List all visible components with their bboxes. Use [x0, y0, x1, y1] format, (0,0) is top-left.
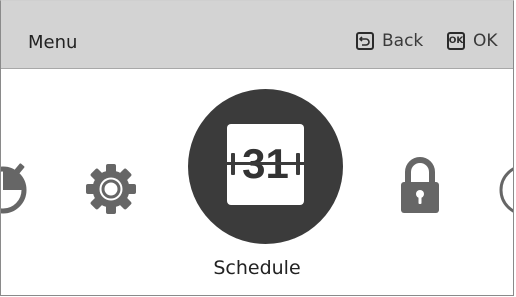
gear-icon[interactable] [83, 161, 139, 217]
calendar-split-line [227, 162, 304, 165]
ok-button[interactable]: OK OK [447, 29, 498, 53]
lock-icon[interactable] [398, 156, 442, 216]
clock-icon[interactable] [497, 156, 513, 220]
schedule-item[interactable]: 31 [188, 89, 343, 244]
ok-key-icon: OK [447, 32, 465, 50]
back-button[interactable]: Back [356, 29, 423, 53]
back-arrow-icon [356, 32, 374, 50]
calendar-icon: 31 [227, 124, 304, 205]
device-screen: Menu Back OK OK 31 Schedule [0, 0, 514, 296]
calendar-tab-right [296, 153, 300, 175]
ok-label: OK [473, 31, 498, 51]
page-title: Menu [28, 32, 78, 53]
selected-item-label: Schedule [213, 257, 301, 279]
back-label: Back [382, 31, 424, 51]
header-bar: Menu Back OK OK [1, 1, 513, 69]
menu-carousel: 31 Schedule [1, 69, 513, 295]
calendar-tab-left [231, 153, 235, 175]
timer-icon[interactable] [1, 156, 35, 220]
